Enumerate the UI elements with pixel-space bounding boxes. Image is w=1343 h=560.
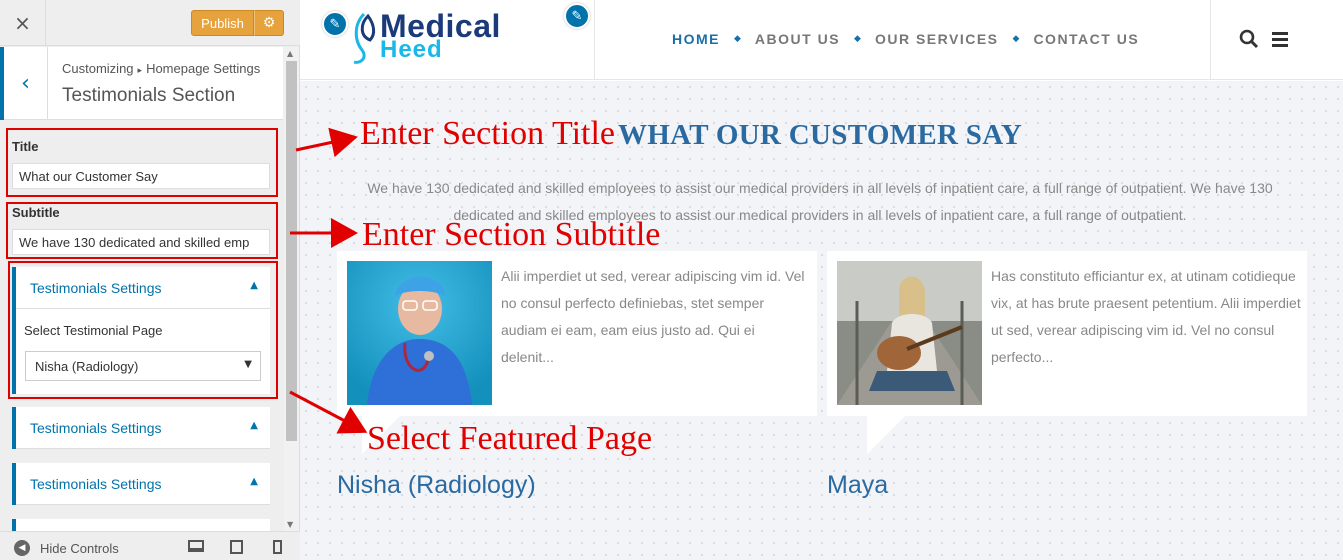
testimonial-card: Alii imperdiet ut sed, verear adipiscing… <box>337 251 817 416</box>
testimonial-card: Has constituto efficiantur ex, at utinam… <box>827 251 1307 416</box>
testimonial-name[interactable]: Maya <box>827 471 888 500</box>
gear-icon: ⚙ <box>262 15 276 31</box>
header-divider <box>1210 0 1211 80</box>
nav-about-us[interactable]: ABOUT US <box>755 31 840 47</box>
close-icon: × <box>14 11 31 35</box>
screenshot-root: × Publish ⚙ ‹ Customizing ▸ Homepage Setti… <box>0 0 1343 560</box>
nav-separator-icon: ◆ <box>854 34 861 44</box>
nav-contact-us[interactable]: CONTACT US <box>1033 31 1139 47</box>
site-preview: ✎ Medical Heed ✎ HOME ◆ ABOUT US ◆ OUR S… <box>300 0 1343 560</box>
logo-text-bottom[interactable]: Heed <box>380 36 443 64</box>
hamburger-menu-icon[interactable] <box>1272 32 1288 47</box>
testimonial-text: Alii imperdiet ut sed, verear adipiscing… <box>501 268 805 365</box>
testimonials-settings-panel-2[interactable]: Testimonials Settings ▲ <box>12 407 270 449</box>
nav-home[interactable]: HOME <box>672 31 720 47</box>
testimonial-name[interactable]: Nisha (Radiology) <box>337 471 536 500</box>
annotation-title: Enter Section Title <box>360 115 615 152</box>
accordion-title: Testimonials Settings <box>30 420 162 436</box>
edit-menu-pencil-icon[interactable]: ✎ <box>564 3 590 29</box>
scroll-thumb[interactable] <box>286 61 297 441</box>
header-divider <box>594 0 595 80</box>
nav-separator-icon: ◆ <box>1012 34 1020 44</box>
title-highlight-box <box>6 128 278 197</box>
edit-logo-pencil-icon[interactable]: ✎ <box>322 11 348 37</box>
chevron-left-icon: ‹ <box>21 71 30 96</box>
breadcrumb: Customizing ▸ Homepage Settings <box>62 61 260 76</box>
hide-controls-button[interactable]: Hide Controls <box>40 541 119 556</box>
breadcrumb-root: Customizing <box>62 61 134 76</box>
desktop-preview-icon[interactable] <box>188 540 204 552</box>
accordion-title: Testimonials Settings <box>30 476 162 492</box>
tablet-preview-icon[interactable] <box>230 540 243 554</box>
site-header: ✎ Medical Heed ✎ HOME ◆ ABOUT US ◆ OUR S… <box>300 0 1343 80</box>
publish-button[interactable]: Publish <box>191 10 254 36</box>
testimonial-text: Has constituto efficiantur ex, at utinam… <box>991 268 1301 365</box>
scroll-down-icon[interactable]: ▼ <box>287 520 293 529</box>
card-notch <box>867 416 905 454</box>
customizer-sidebar: × Publish ⚙ ‹ Customizing ▸ Homepage Setti… <box>0 0 300 560</box>
testimonials-settings-panel-4[interactable] <box>12 519 270 531</box>
subtitle-highlight-box <box>6 202 278 259</box>
panel-title: Testimonials Section <box>62 85 236 106</box>
scroll-up-icon[interactable]: ▲ <box>287 49 293 58</box>
sidebar-scrollbar[interactable]: ▲ ▼ <box>284 47 299 531</box>
hide-controls-icon[interactable]: ◀ <box>14 540 30 556</box>
featured-page-highlight-box <box>8 261 278 399</box>
testimonials-settings-toggle-3[interactable]: Testimonials Settings ▲ <box>16 463 270 505</box>
annotation-featured: Select Featured Page <box>367 420 653 457</box>
arrow-up-icon: ▲ <box>250 420 258 431</box>
customizer-topbar: × Publish ⚙ <box>0 0 300 46</box>
customizer-footer: ◀ Hide Controls <box>0 531 300 560</box>
back-button[interactable]: ‹ <box>0 47 48 120</box>
testimonials-settings-panel-3[interactable]: Testimonials Settings ▲ <box>12 463 270 505</box>
close-customizer-button[interactable]: × <box>0 0 46 46</box>
arrow-up-icon: ▲ <box>250 476 258 487</box>
main-nav: HOME ◆ ABOUT US ◆ OUR SERVICES ◆ CONTACT… <box>672 31 1139 47</box>
nav-our-services[interactable]: OUR SERVICES <box>875 31 999 47</box>
testimonial-photo-nurse <box>347 261 492 405</box>
section-header: ‹ Customizing ▸ Homepage Settings Testimon… <box>0 47 283 120</box>
nav-separator-icon: ◆ <box>734 34 741 44</box>
search-icon[interactable] <box>1239 29 1259 49</box>
breadcrumb-parent: Homepage Settings <box>146 61 261 76</box>
breadcrumb-separator-icon: ▸ <box>137 65 143 75</box>
testimonials-settings-toggle-2[interactable]: Testimonials Settings ▲ <box>16 407 270 449</box>
annotation-subtitle: Enter Section Subtitle <box>362 216 661 253</box>
testimonial-photo-guitarist <box>837 261 982 405</box>
mobile-preview-icon[interactable] <box>273 540 282 554</box>
logo-mark-icon <box>353 12 376 64</box>
section-heading: WHAT OUR CUSTOMER SAY <box>618 119 1023 151</box>
publish-settings-button[interactable]: ⚙ <box>254 10 284 36</box>
